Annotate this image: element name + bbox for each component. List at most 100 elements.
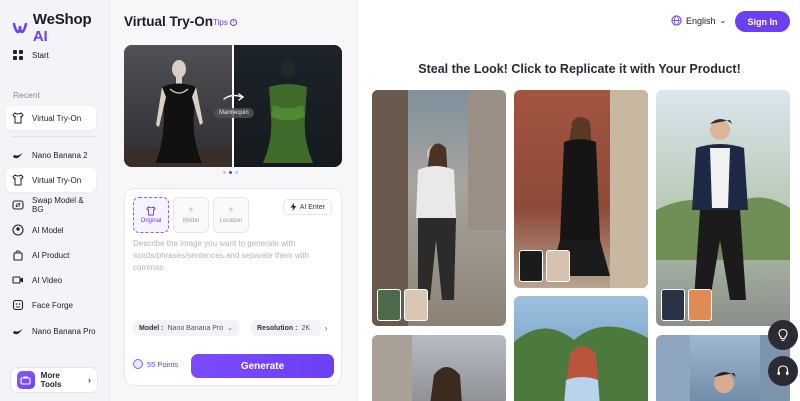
globe-icon bbox=[671, 15, 682, 26]
sidebar-item-start[interactable]: Start bbox=[6, 43, 96, 67]
ai-enter-button[interactable]: AI Enter bbox=[282, 199, 332, 215]
recent-section-label: Recent bbox=[13, 90, 40, 100]
chevron-down-icon: ⌄ bbox=[719, 16, 727, 25]
resolution-select-value: 2K bbox=[301, 324, 311, 332]
more-tools-label: More Tools bbox=[40, 371, 62, 389]
resolution-select[interactable]: Resolution : 2K bbox=[251, 320, 321, 336]
sidebar-item-label: AI Product bbox=[32, 250, 70, 260]
sidebar-item-nano-banana-pro[interactable]: Nano Banana Pro bbox=[6, 319, 96, 343]
chevron-down-icon: ⌄ bbox=[227, 325, 234, 332]
sidebar-item-ai-product[interactable]: AI Product bbox=[6, 243, 96, 267]
model-select[interactable]: Model : Nano Banana Pro ⌄ bbox=[133, 320, 240, 336]
weshop-logo-icon bbox=[12, 22, 28, 34]
chevron-right-icon: › bbox=[88, 375, 91, 385]
brand-logo[interactable]: WeShop AI bbox=[12, 11, 109, 45]
more-tools-button[interactable]: More Tools › bbox=[10, 367, 98, 393]
gallery-photo-city-woman[interactable] bbox=[372, 335, 506, 401]
model-select-value: Nano Banana Pro bbox=[167, 324, 224, 332]
tips-label: Tips bbox=[213, 18, 228, 27]
model-upload-slot[interactable]: + Model bbox=[173, 197, 209, 233]
model-thumbnail[interactable] bbox=[404, 289, 428, 321]
brand-name-prefix: WeShop bbox=[32, 11, 92, 28]
product-thumbnail[interactable] bbox=[377, 289, 401, 321]
mannequin-image bbox=[124, 45, 233, 167]
resolution-select-key: Resolution : bbox=[257, 324, 298, 332]
sidebar-item-swap-model-bg[interactable]: Swap Model & BG bbox=[6, 193, 96, 217]
mannequin-tag: Mannequin bbox=[214, 108, 254, 118]
chevron-right-icon[interactable]: › bbox=[319, 320, 333, 336]
face-icon bbox=[12, 299, 24, 311]
gallery-photo-street-tshirt[interactable] bbox=[372, 90, 506, 326]
sidebar-item-virtual-try-on[interactable]: Virtual Try-On bbox=[6, 168, 96, 192]
model-icon bbox=[12, 224, 24, 236]
slot-label: Location bbox=[219, 218, 243, 224]
gallery-photo-denim-jacket[interactable] bbox=[656, 90, 790, 326]
model-thumbnail[interactable] bbox=[546, 250, 570, 282]
original-upload-slot[interactable]: Original bbox=[133, 197, 169, 233]
product-icon bbox=[13, 250, 23, 261]
carousel-dots bbox=[223, 171, 238, 174]
sidebar-recent-virtual-try-on[interactable]: Virtual Try-On bbox=[6, 106, 96, 130]
carousel-dot-active[interactable] bbox=[229, 171, 232, 174]
idea-button[interactable] bbox=[768, 320, 798, 350]
generation-form: Original + Model + Location AI Enter Des… bbox=[124, 188, 342, 386]
arrow-right-icon bbox=[223, 93, 245, 101]
sidebar-item-label: Nano Banana Pro bbox=[32, 326, 96, 336]
compare-divider[interactable] bbox=[232, 45, 234, 167]
grid-icon bbox=[13, 50, 23, 60]
gallery-area: English ⌄ Sign In Steal the Look! Click … bbox=[359, 0, 800, 401]
carousel-dot[interactable] bbox=[223, 171, 226, 174]
headset-icon bbox=[777, 365, 789, 375]
plus-icon: + bbox=[228, 205, 234, 216]
sidebar-item-label: Start bbox=[32, 50, 49, 60]
slot-label: Model bbox=[182, 218, 200, 224]
gallery-photo-black-dress[interactable] bbox=[514, 90, 648, 288]
page-title: Virtual Try-On bbox=[124, 14, 214, 29]
prompt-input[interactable]: Describe the image you want to generate … bbox=[133, 238, 329, 274]
lightning-icon bbox=[290, 203, 297, 211]
support-button[interactable] bbox=[768, 356, 798, 386]
tshirt-icon bbox=[12, 112, 24, 124]
sidebar-item-label: Nano Banana 2 bbox=[32, 150, 88, 160]
sidebar-item-face-forge[interactable]: Face Forge bbox=[6, 293, 96, 317]
tshirt-icon bbox=[146, 206, 156, 216]
sidebar-item-nano-banana-2[interactable]: Nano Banana 2 bbox=[6, 143, 96, 167]
info-icon: i bbox=[229, 19, 237, 26]
coin-icon bbox=[133, 359, 143, 369]
sign-in-button[interactable]: Sign In bbox=[735, 11, 790, 32]
plus-icon: + bbox=[188, 205, 194, 216]
sidebar-item-ai-video[interactable]: AI Video bbox=[6, 268, 96, 292]
sidebar-item-label: Virtual Try-On bbox=[32, 113, 82, 123]
sidebar-item-label: AI Video bbox=[32, 275, 63, 285]
location-upload-slot[interactable]: + Location bbox=[213, 197, 249, 233]
slot-label: Original bbox=[140, 218, 162, 224]
toolbox-icon bbox=[17, 371, 35, 389]
try-on-panel: Virtual Try-On Tips i Mannequin Original… bbox=[110, 0, 358, 401]
sidebar-item-label: Virtual Try-On bbox=[32, 175, 82, 185]
tshirt-icon bbox=[12, 174, 24, 186]
sidebar-item-label: Swap Model & BG bbox=[32, 196, 84, 214]
lightbulb-icon bbox=[778, 328, 788, 341]
tips-link[interactable]: Tips i bbox=[213, 18, 237, 27]
ai-enter-label: AI Enter bbox=[299, 203, 325, 211]
product-thumbnail[interactable] bbox=[661, 289, 685, 321]
gallery-photo-palm-woman[interactable] bbox=[514, 296, 648, 401]
swap-icon bbox=[12, 200, 24, 210]
sidebar: WeShop AI Start Recent Virtual Try-On Na… bbox=[0, 0, 110, 401]
carousel-dot[interactable] bbox=[235, 171, 238, 174]
model-thumbnail[interactable] bbox=[688, 289, 712, 321]
points-label: 55 Points bbox=[147, 359, 179, 369]
product-thumbnail[interactable] bbox=[519, 250, 543, 282]
sidebar-item-label: AI Model bbox=[32, 225, 64, 235]
generate-button[interactable]: Generate bbox=[191, 354, 334, 378]
gallery-heading: Steal the Look! Click to Replicate it wi… bbox=[418, 62, 741, 76]
sidebar-divider bbox=[12, 136, 96, 137]
sidebar-item-label: Face Forge bbox=[32, 300, 73, 310]
model-select-key: Model : bbox=[139, 324, 164, 332]
sidebar-item-ai-model[interactable]: AI Model bbox=[6, 218, 96, 242]
before-after-preview[interactable]: Mannequin bbox=[124, 45, 342, 167]
language-selector[interactable]: English ⌄ bbox=[671, 15, 726, 26]
video-icon bbox=[12, 276, 23, 284]
banana-icon bbox=[13, 328, 23, 335]
result-image bbox=[233, 45, 342, 167]
